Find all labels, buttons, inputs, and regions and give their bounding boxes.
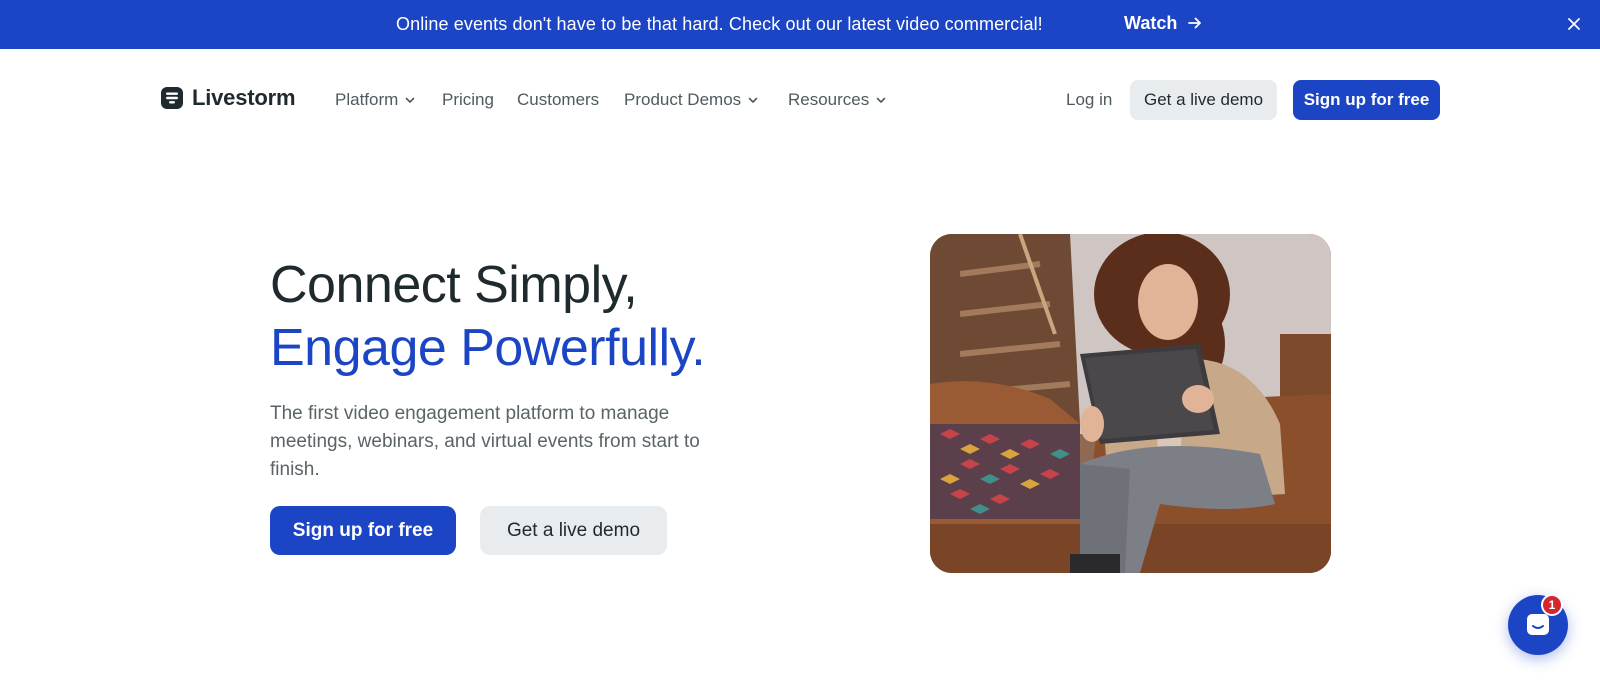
nav-item-pricing[interactable]: Pricing xyxy=(442,90,494,110)
logo[interactable]: Livestorm xyxy=(160,85,296,111)
main-navigation: Livestorm Platform Pricing Customers Pro… xyxy=(0,49,1600,139)
banner-watch-label: Watch xyxy=(1124,13,1178,33)
livestorm-logo-icon xyxy=(161,87,183,109)
chevron-down-icon xyxy=(876,97,886,103)
nav-item-resources[interactable]: Resources xyxy=(788,90,887,110)
nav-item-label: Pricing xyxy=(442,90,494,109)
nav-item-customers[interactable]: Customers xyxy=(517,90,599,110)
nav-item-product-demos[interactable]: Product Demos xyxy=(624,90,759,110)
chevron-down-icon xyxy=(405,97,415,103)
nav-signup-button[interactable]: Sign up for free xyxy=(1293,80,1440,120)
notification-badge: 1 xyxy=(1541,594,1563,616)
hero-get-demo-button[interactable]: Get a live demo xyxy=(480,506,667,555)
hero-image xyxy=(930,234,1331,573)
hero-signup-button[interactable]: Sign up for free xyxy=(270,506,456,555)
nav-item-label: Customers xyxy=(517,90,600,109)
announcement-banner: Online events don't have to be that hard… xyxy=(0,0,1600,49)
banner-watch-link[interactable]: Watch xyxy=(1124,13,1202,34)
nav-item-label: Product Demos xyxy=(624,90,742,109)
close-icon[interactable] xyxy=(1565,15,1583,33)
hero-headline-line2: Engage Powerfully. xyxy=(270,319,706,377)
nav-item-label: Platform xyxy=(335,90,399,109)
nav-get-demo-button[interactable]: Get a live demo xyxy=(1130,80,1277,120)
hero-subtext: The first video engagement platform to m… xyxy=(270,403,700,480)
banner-text: Online events don't have to be that hard… xyxy=(396,14,1043,34)
logo-text: Livestorm xyxy=(192,85,296,110)
nav-item-platform[interactable]: Platform xyxy=(335,90,416,110)
login-link[interactable]: Log in xyxy=(1066,90,1112,110)
hero-headline-line1: Connect Simply, xyxy=(270,256,638,314)
arrow-right-icon xyxy=(1188,17,1202,29)
nav-item-label: Resources xyxy=(788,90,870,109)
chevron-down-icon xyxy=(748,97,758,103)
